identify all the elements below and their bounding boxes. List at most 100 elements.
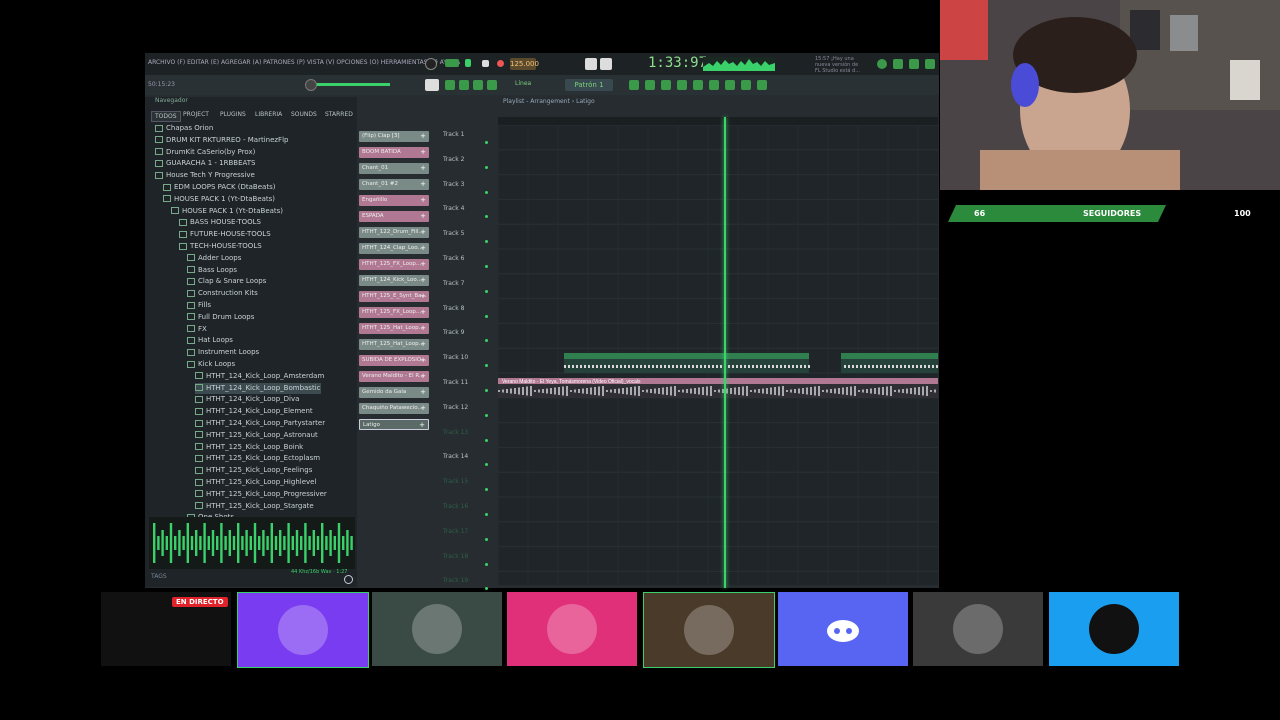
track-header[interactable]: Track 6	[443, 255, 464, 262]
add-step-icon[interactable]: +	[420, 131, 426, 142]
add-step-icon[interactable]: +	[420, 355, 426, 366]
track-mute-indicator[interactable]	[485, 488, 488, 492]
tile-beatstars[interactable]	[1049, 592, 1179, 666]
mute-icon[interactable]	[487, 80, 497, 90]
playhead[interactable]	[723, 117, 726, 588]
playlist-ruler[interactable]	[498, 117, 938, 125]
browser-item[interactable]: Bass Loops	[187, 265, 237, 276]
channel-button[interactable]: HTHT_125_FX_Loop... +	[359, 259, 429, 270]
track-mute-indicator[interactable]	[485, 240, 488, 244]
wait-input-icon[interactable]	[600, 58, 612, 70]
browser-item[interactable]: Fills	[187, 300, 211, 311]
channel-button[interactable]: HTHT_124_Kick_Loo... +	[359, 275, 429, 286]
track-header[interactable]: Track 14	[443, 453, 468, 460]
add-step-icon[interactable]: +	[420, 323, 426, 334]
browser-item[interactable]: Clap & Snare Loops	[187, 276, 266, 287]
channel-button[interactable]: HTHT_125_FX_Loop... +	[359, 307, 429, 318]
add-step-icon[interactable]: +	[420, 179, 426, 190]
track-header[interactable]: Track 9	[443, 329, 464, 336]
browser-item[interactable]: HOUSE PACK 1 (Yt-DtaBeats)	[171, 206, 283, 217]
browser-item[interactable]: House Tech Y Progressive	[155, 170, 255, 181]
audio-clip[interactable]	[841, 353, 938, 359]
delete-icon[interactable]	[473, 80, 483, 90]
channel-button[interactable]: Chant_01 #2 +	[359, 179, 429, 190]
channel-button[interactable]: HTHT_125_Hat_Loop... +	[359, 339, 429, 350]
line-label[interactable]: Línea	[515, 80, 531, 87]
tempo-tapper-icon[interactable]	[725, 80, 735, 90]
browser-icon[interactable]	[693, 80, 703, 90]
channel-button[interactable]: HTHT_125_E_Synt_Ba... +	[359, 291, 429, 302]
track-mute-indicator[interactable]	[485, 265, 488, 268]
paint-icon[interactable]	[459, 80, 469, 90]
track-header[interactable]: Track 2	[443, 156, 464, 163]
channel-button[interactable]: (Flip) Clap [3] +	[359, 131, 429, 142]
browser-item[interactable]: HTHT_125_Kick_Loop_Highlevel	[195, 477, 316, 488]
record-mode-icon[interactable]	[425, 58, 437, 70]
track-mute-indicator[interactable]	[485, 438, 488, 442]
browser-item[interactable]: Kick Loops	[187, 359, 235, 370]
menu-items[interactable]: ARCHIVO (F) EDITAR (E) AGREGAR (A) PATRO…	[148, 59, 460, 66]
browser-tab-plugins[interactable]: PLUGINS	[220, 111, 246, 118]
browser-item[interactable]: HTHT_124_Kick_Loop_Element	[195, 406, 313, 417]
track-header[interactable]: Track 10	[443, 354, 468, 361]
browser-item[interactable]: Construction Kits	[187, 288, 258, 299]
playlist-grid[interactable]: Chaquiño... vocalsVerano Maldito - El Ye…	[498, 125, 938, 585]
channel-button[interactable]: Engañillo +	[359, 195, 429, 206]
browser-item[interactable]: HTHT_125_Kick_Loop_Astronaut	[195, 430, 318, 441]
refresh-icon[interactable]	[877, 59, 887, 69]
track-mute-indicator[interactable]	[485, 413, 488, 417]
update-hint[interactable]: 15:57 ¡Hay una nueva versión de FL Studi…	[815, 56, 865, 74]
track-mute-indicator[interactable]	[485, 289, 488, 293]
channel-button[interactable]: Chaquiño Patawecio... +	[359, 403, 429, 414]
add-step-icon[interactable]: +	[420, 227, 426, 238]
track-mute-indicator[interactable]	[485, 513, 488, 516]
add-step-icon[interactable]: +	[420, 259, 426, 270]
browser-tab-library[interactable]: LIBRERIA	[255, 111, 282, 118]
track-header[interactable]: Track 18	[443, 553, 468, 560]
browser-tab-starred[interactable]: STARRED	[325, 111, 353, 118]
browser-item[interactable]: HOUSE PACK 1 (Yt-DtaBeats)	[163, 194, 275, 205]
tile-avatar-robot[interactable]	[237, 592, 369, 668]
touch-keyboard-icon[interactable]	[741, 80, 751, 90]
browser-item[interactable]: HTHT_125_Kick_Loop_Stargate	[195, 501, 314, 512]
track-header[interactable]: Track 19	[443, 577, 468, 584]
browser-item[interactable]: Instrument Loops	[187, 347, 259, 358]
add-step-icon[interactable]: +	[419, 420, 425, 429]
tile-avatar-spiderman[interactable]	[507, 592, 637, 666]
tile-avatar-person[interactable]	[372, 592, 502, 666]
track-header[interactable]: Track 4	[443, 205, 464, 212]
add-step-icon[interactable]: +	[420, 147, 426, 158]
stop-icon[interactable]	[482, 60, 489, 67]
pattern-selector[interactable]: Patrón 1	[565, 79, 613, 91]
browser-tab-sounds[interactable]: SOUNDS	[291, 111, 317, 118]
add-step-icon[interactable]: +	[420, 339, 426, 350]
plugin-icon[interactable]	[909, 59, 919, 69]
track-mute-indicator[interactable]	[485, 141, 488, 144]
play-icon[interactable]	[465, 59, 471, 67]
tile-avatar-anime[interactable]	[913, 592, 1043, 666]
add-step-icon[interactable]: +	[420, 291, 426, 302]
channel-button[interactable]: Verano Maldito - El R... +	[359, 371, 429, 382]
pattern-song-toggle[interactable]	[445, 59, 459, 67]
tile-avatar-fire[interactable]	[643, 592, 775, 668]
track-mute-indicator[interactable]	[485, 537, 488, 541]
channel-button[interactable]: SUBIDA DE EXPLOSIO... +	[359, 355, 429, 366]
help-icon[interactable]	[925, 59, 935, 69]
channel-button[interactable]: Latigo +	[359, 419, 429, 430]
track-header[interactable]: Track 13	[443, 429, 468, 436]
track-header[interactable]: Track 17	[443, 528, 468, 535]
plugin-picker-icon[interactable]	[709, 80, 719, 90]
tile-discord[interactable]	[778, 592, 908, 666]
browser-item[interactable]: GUARACHA 1 - 1RBBEATS	[155, 158, 256, 169]
browser-item[interactable]: Hat Loops	[187, 335, 233, 346]
channel-button[interactable]: Gemido da Gala +	[359, 387, 429, 398]
track-header[interactable]: Track 3	[443, 181, 464, 188]
snap-icon[interactable]	[425, 79, 439, 91]
track-mute-indicator[interactable]	[485, 314, 488, 318]
add-step-icon[interactable]: +	[420, 243, 426, 254]
mixer-icon[interactable]	[677, 80, 687, 90]
browser-item[interactable]: HTHT_124_Kick_Loop_Bombastic	[195, 382, 321, 394]
browser-item[interactable]: HTHT_124_Kick_Loop_Amsterdam	[195, 371, 324, 382]
add-step-icon[interactable]: +	[420, 403, 426, 414]
browser-item[interactable]: Chapas Orion	[155, 123, 213, 134]
